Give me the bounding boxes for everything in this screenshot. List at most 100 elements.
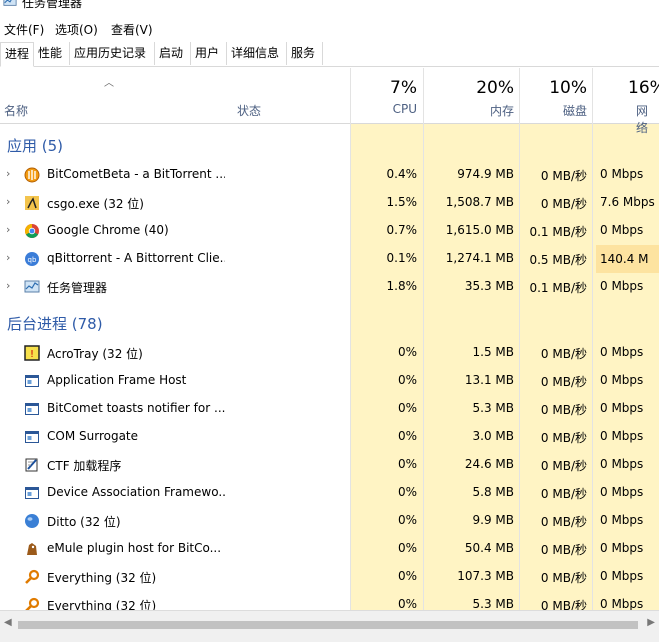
network-value: 140.4 M xyxy=(596,245,659,273)
cpu-value: 0% xyxy=(397,485,417,499)
tab-startup[interactable]: 启动 xyxy=(155,42,191,65)
process-name: Google Chrome (40) xyxy=(47,223,169,237)
disk-value: 0.1 MB/秒 xyxy=(529,225,587,239)
window-title: 任务管理器 xyxy=(22,0,83,10)
table-row[interactable]: CTF 加载程序 0% 24.6 MB 0 MB/秒 0 Mbps xyxy=(0,451,659,479)
process-name: 任务管理器 xyxy=(47,281,108,295)
cpu-total[interactable]: 7% xyxy=(352,78,417,98)
expand-chevron-icon[interactable]: › xyxy=(6,251,10,264)
network-value: 0 Mbps xyxy=(600,457,644,471)
cpu-value: 0% xyxy=(397,345,417,359)
process-name: Application Frame Host xyxy=(47,373,187,387)
table-row[interactable]: COM Surrogate 0% 3.0 MB 0 MB/秒 0 Mbps xyxy=(0,423,659,451)
network-value: 0 Mbps xyxy=(600,541,644,555)
mem-total[interactable]: 20% xyxy=(426,78,514,98)
disk-total[interactable]: 10% xyxy=(522,78,587,98)
everything-search-icon xyxy=(25,597,40,610)
cpu-value: 0.7% xyxy=(386,223,418,237)
cpu-value: 0% xyxy=(397,597,417,610)
column-disk[interactable]: 磁盘 xyxy=(522,102,587,119)
disk-value: 0 MB/秒 xyxy=(540,543,587,557)
column-cpu[interactable]: CPU xyxy=(352,102,417,116)
disk-value: 0 MB/秒 xyxy=(540,515,587,529)
process-name: BitCometBeta - a BitTorrent ... xyxy=(47,167,225,181)
network-value: 0 Mbps xyxy=(600,569,644,583)
disk-value: 0.1 MB/秒 xyxy=(529,281,587,295)
tab-services[interactable]: 服务 xyxy=(287,42,323,65)
table-row[interactable]: Application Frame Host 0% 13.1 MB 0 MB/秒… xyxy=(0,367,659,395)
table-row[interactable]: › 任务管理器 1.8% 35.3 MB 0.1 MB/秒 0 Mbps xyxy=(0,273,659,301)
memory-value: 50.4 MB xyxy=(464,541,514,555)
chrome-icon xyxy=(25,224,39,238)
network-value: 0 Mbps xyxy=(600,485,644,499)
disk-value: 0 MB/秒 xyxy=(540,403,587,417)
network-value: 0 Mbps xyxy=(600,279,644,293)
scroll-left-icon[interactable]: ◀ xyxy=(4,617,12,628)
disk-value: 0 MB/秒 xyxy=(540,487,587,501)
app-window-icon xyxy=(25,487,39,499)
tab-users[interactable]: 用户 xyxy=(191,42,227,65)
table-row[interactable]: › BitCometBeta - a BitTorrent ... 0.4% 9… xyxy=(0,161,659,189)
horizontal-scrollbar[interactable]: ◀ ▶ xyxy=(0,610,659,642)
ditto-icon xyxy=(25,514,39,528)
cpu-value: 0.1% xyxy=(386,251,418,265)
column-network[interactable]: 网络 xyxy=(596,102,659,136)
network-value: 0 Mbps xyxy=(600,513,644,527)
process-name: eMule plugin host for BitCo... xyxy=(47,541,222,555)
tab-details[interactable]: 详细信息 xyxy=(227,42,287,65)
network-value: 0 Mbps xyxy=(600,429,644,443)
column-status[interactable]: 状态 xyxy=(237,102,261,119)
process-name: qBittorrent - A Bittorrent Clie... xyxy=(47,251,225,265)
column-memory[interactable]: 内存 xyxy=(426,102,514,119)
menu-file[interactable]: 文件(F) xyxy=(4,21,44,38)
memory-value: 107.3 MB xyxy=(457,569,514,583)
network-value: 0 Mbps xyxy=(600,167,644,181)
menu-options[interactable]: 选项(O) xyxy=(55,21,98,38)
table-row[interactable]: › qb qBittorrent - A Bittorrent Clie... … xyxy=(0,245,659,273)
everything-search-icon xyxy=(25,569,40,584)
network-value: 0 Mbps xyxy=(600,345,644,359)
expand-chevron-icon[interactable]: › xyxy=(6,223,10,236)
expand-chevron-icon[interactable]: › xyxy=(6,195,10,208)
memory-value: 24.6 MB xyxy=(464,457,514,471)
cpu-value: 0% xyxy=(397,429,417,443)
table-row[interactable]: Device Association Framewo... 0% 5.8 MB … xyxy=(0,479,659,507)
process-name: BitComet toasts notifier for ... xyxy=(47,401,225,415)
process-name: Device Association Framewo... xyxy=(47,485,225,499)
ctf-loader-icon xyxy=(25,458,38,472)
memory-value: 3.0 MB xyxy=(472,429,514,443)
table-row[interactable]: Ditto (32 位) 0% 9.9 MB 0 MB/秒 0 Mbps xyxy=(0,507,659,535)
tab-processes[interactable]: 进程 xyxy=(0,42,34,67)
table-row[interactable]: Everything (32 位) 0% 5.3 MB 0 MB/秒 0 Mbp… xyxy=(0,591,659,610)
menu-view[interactable]: 查看(V) xyxy=(111,21,153,38)
table-row[interactable]: eMule plugin host for BitCo... 0% 50.4 M… xyxy=(0,535,659,563)
task-manager-icon xyxy=(24,280,40,293)
app-window-icon xyxy=(25,375,39,387)
cpu-value: 0% xyxy=(397,373,417,387)
expand-chevron-icon[interactable]: › xyxy=(6,167,10,180)
table-row[interactable]: › Google Chrome (40) 0.7% 1,615.0 MB 0.1… xyxy=(0,217,659,245)
disk-value: 0 MB/秒 xyxy=(540,169,587,183)
table-row[interactable]: › csgo.exe (32 位) 1.5% 1,508.7 MB 0 MB/秒… xyxy=(0,189,659,217)
table-row[interactable]: ! AcroTray (32 位) 0% 1.5 MB 0 MB/秒 0 Mbp… xyxy=(0,339,659,367)
column-name[interactable]: 名称 xyxy=(4,102,28,119)
process-name: AcroTray (32 位) xyxy=(47,347,143,361)
network-value: 0 Mbps xyxy=(600,223,644,237)
expand-chevron-icon[interactable]: › xyxy=(6,279,10,292)
memory-value: 13.1 MB xyxy=(464,373,514,387)
process-name: Ditto (32 位) xyxy=(47,515,121,529)
cpu-value: 0% xyxy=(397,569,417,583)
disk-value: 0 MB/秒 xyxy=(540,599,587,610)
scrollbar-thumb[interactable] xyxy=(18,621,638,629)
net-total[interactable]: 16% xyxy=(596,78,659,98)
disk-value: 0 MB/秒 xyxy=(540,375,587,389)
scroll-right-icon[interactable]: ▶ xyxy=(647,617,655,628)
svg-text:!: ! xyxy=(30,349,34,360)
tab-performance[interactable]: 性能 xyxy=(34,42,70,65)
table-row[interactable]: Everything (32 位) 0% 107.3 MB 0 MB/秒 0 M… xyxy=(0,563,659,591)
table-row[interactable]: BitComet toasts notifier for ... 0% 5.3 … xyxy=(0,395,659,423)
memory-value: 974.9 MB xyxy=(457,167,514,181)
cpu-value: 0.4% xyxy=(386,167,418,181)
emule-icon xyxy=(27,543,37,555)
tab-app-history[interactable]: 应用历史记录 xyxy=(70,42,155,65)
